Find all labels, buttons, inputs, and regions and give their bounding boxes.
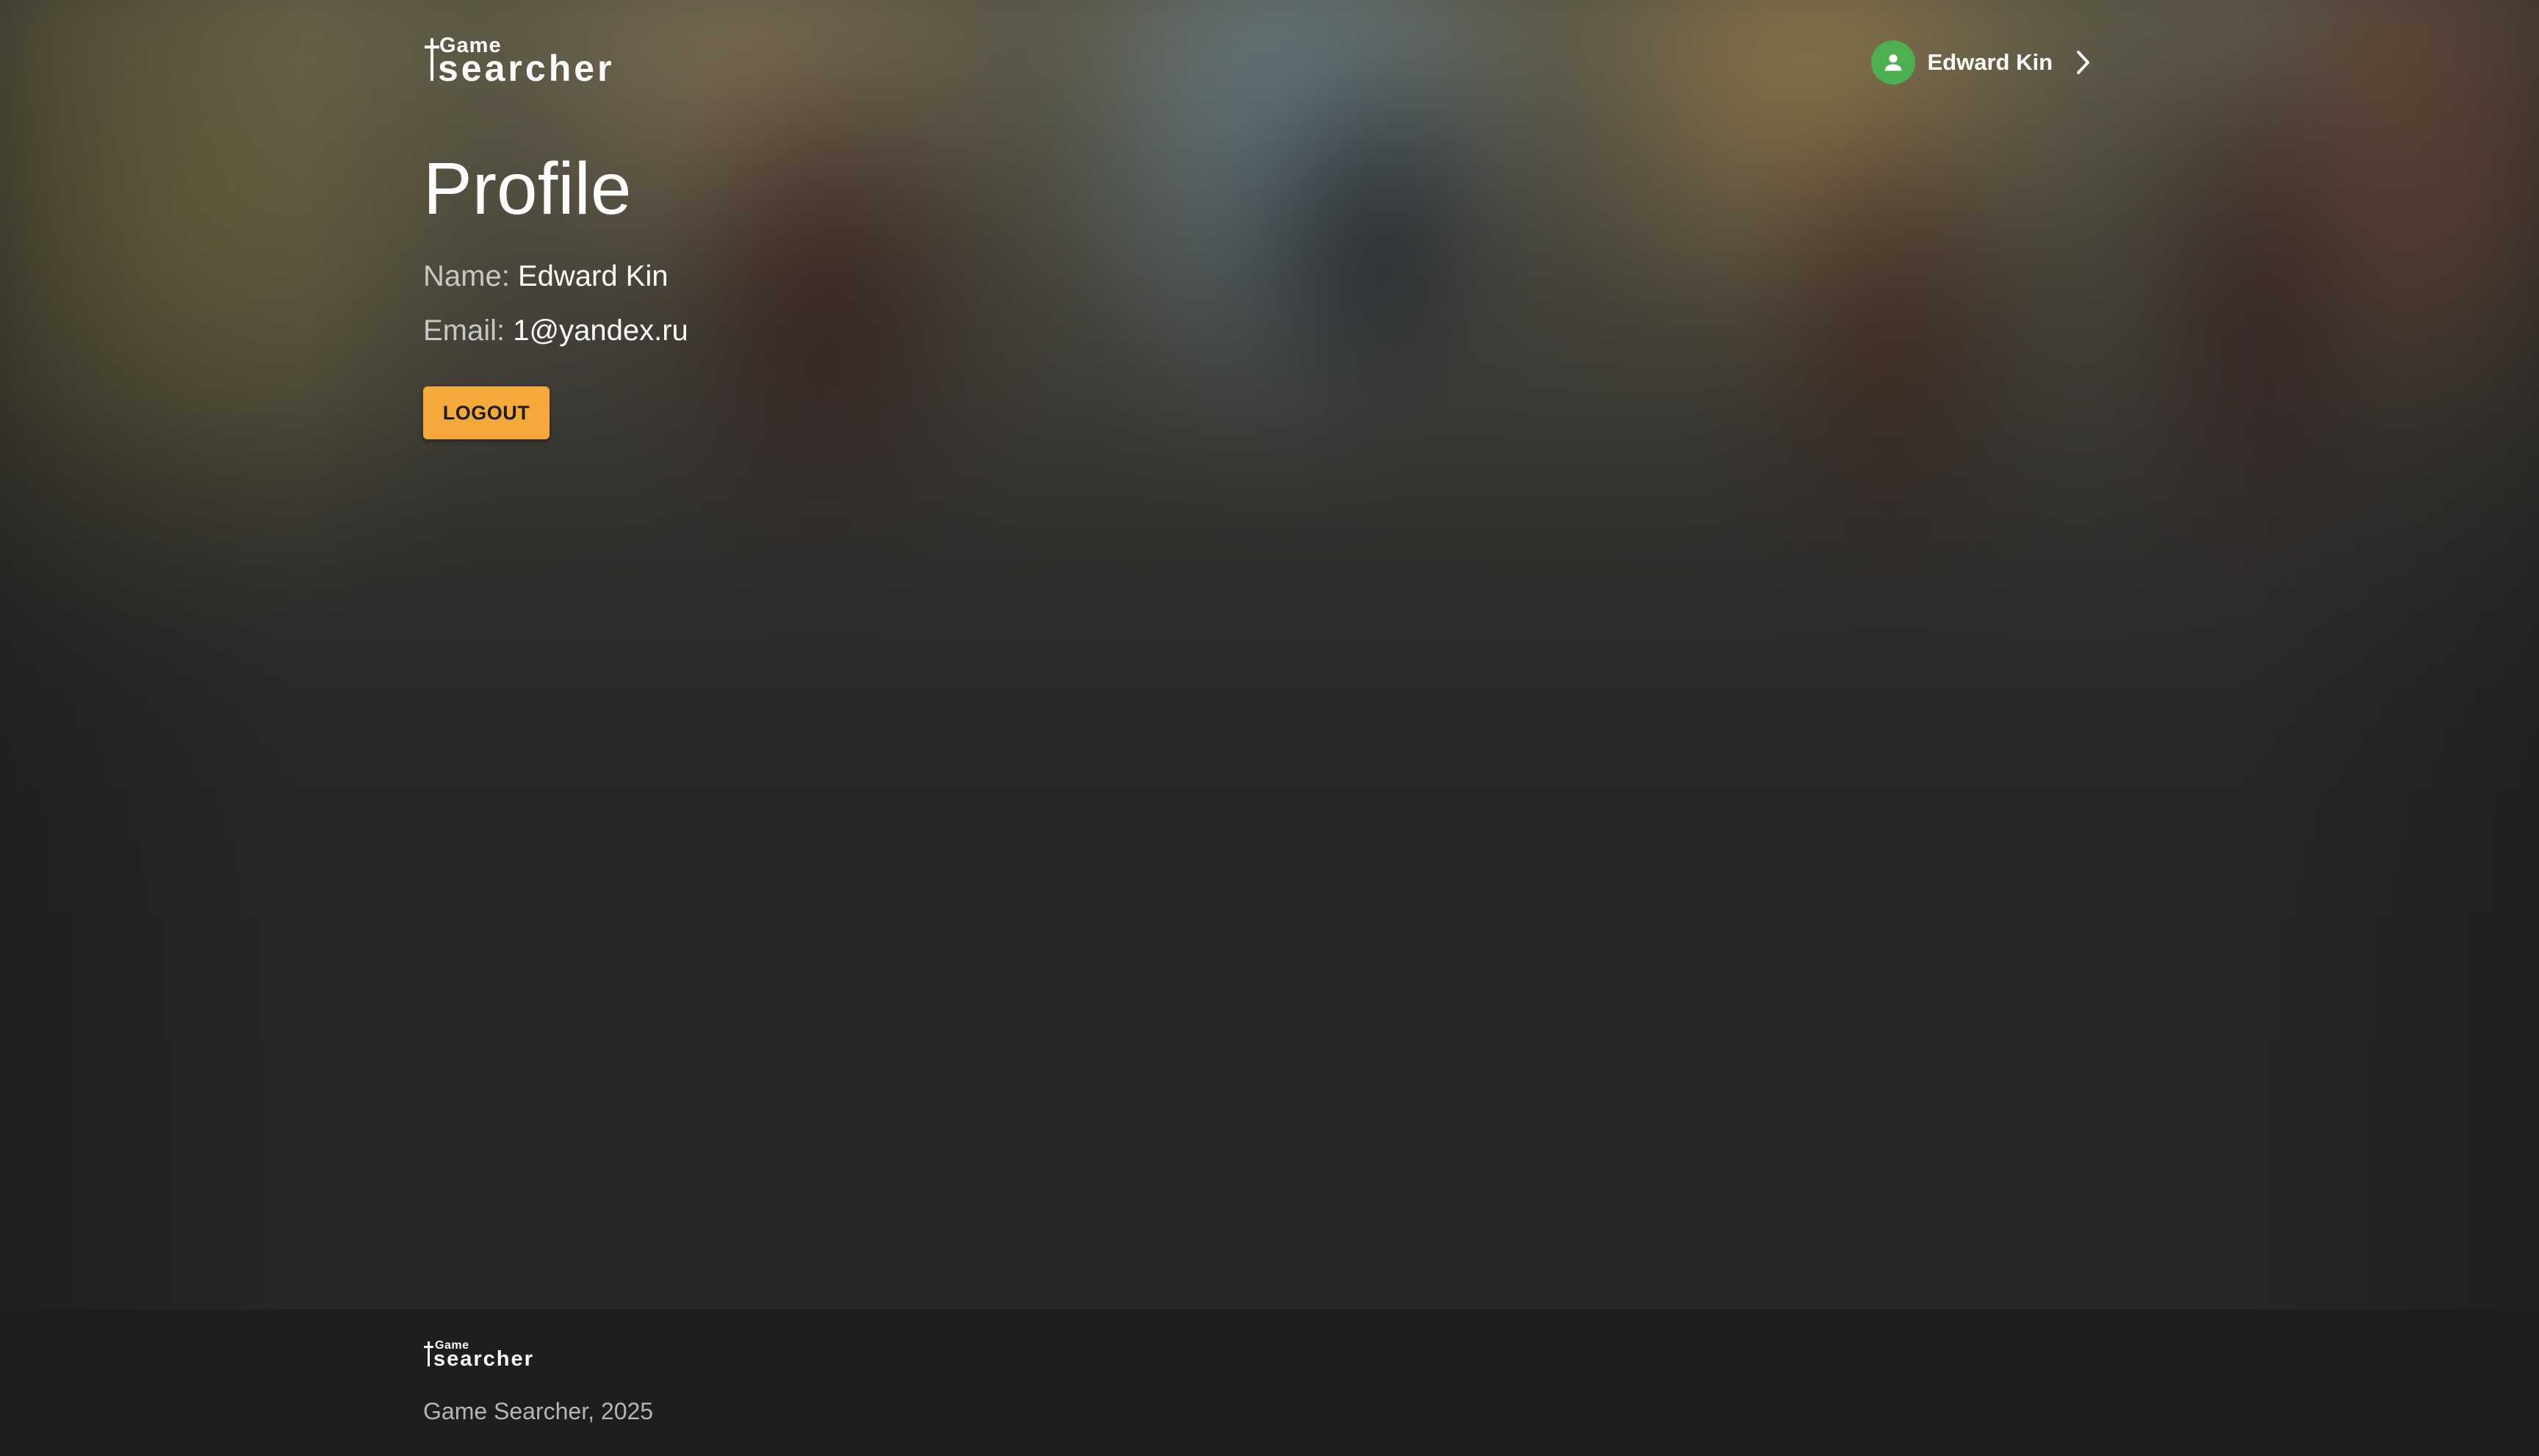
logo-cross-icon [425, 38, 439, 81]
footer-logo[interactable]: Game searcher [423, 1338, 548, 1371]
email-value: 1@yandex.ru [513, 314, 688, 347]
footer-logo-big-text: searcher [433, 1347, 534, 1371]
name-label: Name: [423, 260, 510, 292]
chevron-right-icon [2070, 48, 2095, 77]
footer-inner: Game searcher Game Searcher, 2025 [423, 1338, 653, 1425]
footer-logo-cross-icon [424, 1341, 433, 1366]
header-logo[interactable]: Game searcher [423, 34, 622, 91]
site-footer: Game searcher Game Searcher, 2025 [0, 1309, 2539, 1456]
logo-big-text: searcher [438, 48, 615, 89]
footer-copyright: Game Searcher, 2025 [423, 1398, 654, 1424]
site-header: Game searcher Edward Kin [423, 29, 2116, 95]
profile-page: Game searcher Edward Kin Profile Name: E… [0, 0, 2539, 1456]
name-field: Name: Edward Kin [423, 254, 2116, 298]
name-value: Edward Kin [517, 260, 669, 292]
email-field: Email: 1@yandex.ru [423, 309, 2116, 353]
person-icon [1871, 40, 1916, 84]
user-name: Edward Kin [1927, 49, 2053, 75]
user-menu[interactable]: Edward Kin [1871, 40, 2095, 84]
logout-button[interactable]: LOGOUT [423, 386, 550, 439]
profile-content: Profile Name: Edward Kin Email: 1@yandex… [423, 132, 2116, 439]
page-title: Profile [423, 148, 632, 230]
email-label: Email: [423, 314, 505, 347]
